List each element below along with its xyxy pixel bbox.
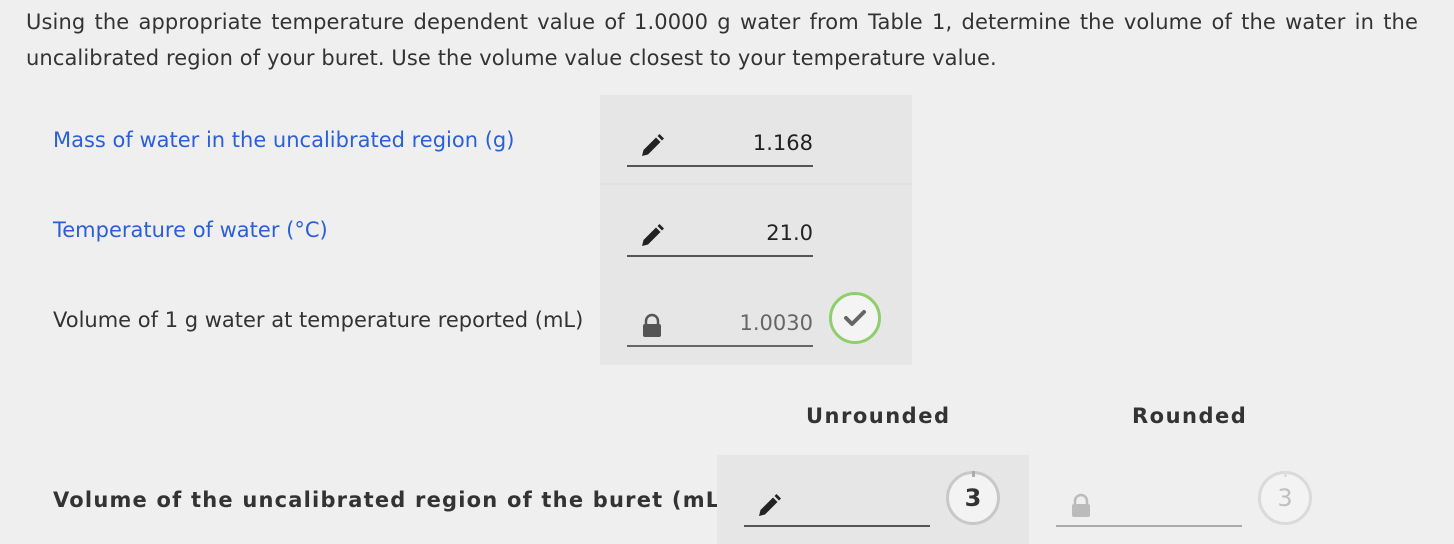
temperature-value: 21.0 — [766, 221, 813, 245]
mass-of-water-value: 1.168 — [752, 131, 813, 155]
pencil-icon — [639, 223, 665, 249]
volume-per-gram-label: Volume of 1 g water at temperature repor… — [53, 308, 584, 332]
mass-of-water-field[interactable]: 1.168 — [627, 123, 813, 167]
correct-check-icon — [829, 292, 881, 344]
unrounded-sig-figs-badge[interactable]: 3 — [946, 471, 1000, 525]
input-panel-divider — [600, 183, 912, 185]
lock-icon — [1068, 493, 1094, 519]
mass-of-water-label[interactable]: Mass of water in the uncalibrated region… — [53, 126, 514, 154]
unrounded-column-header: Unrounded — [806, 404, 951, 428]
sig-fig-tick — [1284, 471, 1287, 477]
pencil-icon — [639, 133, 665, 159]
instructions-text: Using the appropriate temperature depend… — [26, 10, 1418, 70]
volume-per-gram-value: 1.0030 — [739, 311, 813, 335]
lock-icon — [639, 313, 665, 339]
temperature-label[interactable]: Temperature of water (°C) — [53, 216, 328, 244]
rounded-sig-figs-badge: 3 — [1258, 471, 1312, 525]
rounded-answer-field — [1056, 483, 1242, 527]
sig-fig-tick — [972, 471, 975, 477]
rounded-sig-figs-value: 3 — [1277, 484, 1293, 512]
pencil-icon — [756, 493, 782, 519]
rounded-column-header: Rounded — [1132, 404, 1248, 428]
volume-per-gram-field: 1.0030 — [627, 303, 813, 347]
buret-volume-label: Volume of the uncalibrated region of the… — [53, 488, 732, 512]
unrounded-answer-field[interactable] — [744, 483, 930, 527]
temperature-field[interactable]: 21.0 — [627, 213, 813, 257]
unrounded-sig-figs-value: 3 — [964, 484, 982, 512]
